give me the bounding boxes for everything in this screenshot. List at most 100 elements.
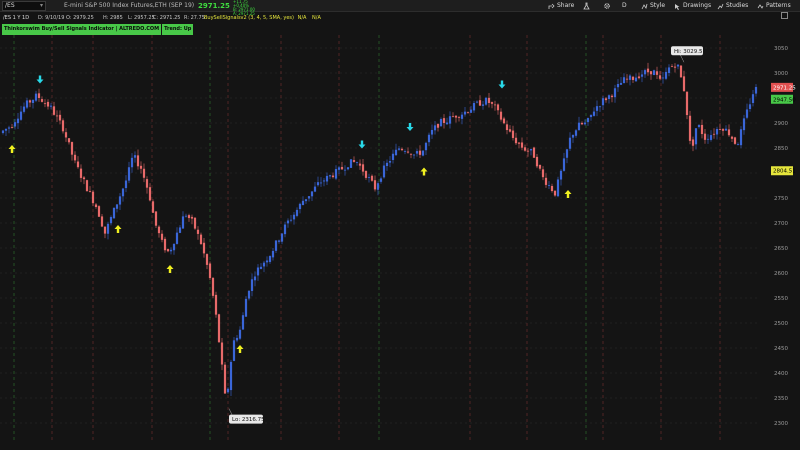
candle-down — [145, 179, 149, 188]
candle-up — [238, 329, 242, 339]
candle-down — [550, 185, 554, 192]
candle-down — [217, 314, 221, 343]
share-label: Share — [557, 2, 575, 9]
candle-down — [364, 171, 368, 178]
high-callout-label: Hi: 3029.5 — [674, 49, 703, 55]
candle-down — [160, 233, 164, 240]
price-tick-label: 2550 — [774, 296, 788, 302]
price-tick-label: 2600 — [774, 271, 788, 277]
candle-up — [412, 154, 416, 156]
candle-down — [37, 93, 41, 98]
candle-down — [28, 100, 32, 103]
candle-down — [700, 124, 704, 135]
candle-down — [703, 133, 707, 140]
study-value-2: N/A — [312, 15, 321, 21]
expand-chart-button[interactable] — [781, 12, 788, 19]
patterns-button[interactable]: Patterns — [757, 0, 791, 12]
candle-down — [604, 98, 608, 101]
candle-up — [334, 169, 338, 179]
style-button[interactable]: Style — [641, 0, 665, 12]
candle-up — [628, 75, 632, 80]
candle-up — [622, 77, 626, 84]
candle-down — [58, 114, 62, 121]
candle-up — [739, 129, 743, 146]
candle-up — [286, 220, 290, 224]
candle-up — [130, 157, 134, 168]
candle-down — [40, 99, 44, 102]
candle-up — [592, 111, 596, 116]
candle-up — [178, 227, 182, 233]
high-value: H: 2985 — [103, 15, 123, 21]
price-tick-label: 2750 — [774, 196, 788, 202]
price-chart[interactable]: 3050300029502900285028002750270026502600… — [0, 35, 800, 450]
candle-down — [214, 294, 218, 315]
candle-up — [112, 207, 116, 219]
low-value: L: 2957.25 — [128, 15, 155, 21]
candle-down — [451, 116, 455, 118]
candle-up — [388, 160, 392, 163]
candle-up — [748, 104, 752, 109]
candle-down — [358, 163, 362, 166]
candle-up — [310, 191, 314, 197]
candle-down — [148, 187, 152, 201]
study-label[interactable]: BuySellSignalsv2 (3, 4, 5, SMA, yes) N/A… — [204, 12, 321, 24]
chevron-down-icon[interactable]: ▾ — [40, 2, 43, 10]
candle-down — [487, 97, 491, 103]
style-icon — [641, 3, 648, 9]
candle-down — [139, 165, 143, 169]
candle-up — [529, 148, 533, 151]
candle-up — [415, 151, 419, 154]
candle-down — [211, 277, 215, 296]
candle-up — [319, 182, 323, 184]
candle-up — [241, 315, 245, 330]
candle-up — [706, 138, 710, 140]
candle-up — [385, 162, 389, 167]
timeframe-button[interactable]: D — [622, 0, 627, 12]
settings-button[interactable] — [603, 0, 611, 12]
candle-up — [571, 134, 575, 138]
candle-up — [172, 243, 176, 251]
candle-down — [373, 180, 377, 190]
price-tick-label: 2450 — [774, 346, 788, 352]
candle-up — [583, 122, 587, 125]
aggregation-label[interactable]: /ES 1 Y 1D — [3, 12, 29, 24]
candle-down — [91, 191, 95, 204]
candle-down — [685, 91, 689, 116]
candle-up — [697, 124, 701, 128]
candle-down — [721, 129, 725, 131]
share-button[interactable]: Share — [548, 0, 574, 12]
candle-up — [640, 74, 644, 77]
sell-signal-arrow-icon — [358, 140, 366, 149]
candle-up — [127, 167, 131, 181]
candle-up — [292, 214, 296, 220]
candle-down — [733, 137, 737, 144]
indicator-label: Thinkorswim Buy/Sell Signals Indicator |… — [0, 24, 194, 35]
candle-down — [580, 122, 584, 125]
candle-up — [4, 128, 8, 131]
buy-signal-arrow-icon — [420, 167, 428, 176]
candle-up — [283, 224, 287, 235]
candle-up — [547, 185, 551, 186]
candle-up — [250, 279, 254, 292]
candle-down — [136, 155, 140, 167]
candle-down — [61, 120, 65, 132]
candle-down — [46, 101, 50, 107]
candle-down — [400, 148, 404, 151]
candle-down — [538, 164, 542, 169]
candle-up — [322, 180, 326, 182]
drawings-button[interactable]: Drawings — [674, 0, 711, 12]
candle-up — [133, 155, 137, 158]
flask-button[interactable] — [583, 0, 590, 12]
studies-button[interactable]: Studies — [717, 0, 748, 12]
sell-signal-arrow-icon — [36, 75, 44, 84]
candle-up — [235, 337, 239, 341]
candle-up — [316, 182, 320, 186]
candle-up — [619, 82, 623, 85]
low-callout-label: Lo: 2316.75 — [232, 417, 265, 423]
candle-up — [427, 134, 431, 143]
buy-signal-arrow-icon — [8, 145, 16, 153]
candle-up — [259, 266, 263, 269]
candle-up — [295, 209, 299, 216]
candle-up — [328, 175, 332, 177]
symbol-input[interactable]: /ES ▾ — [2, 1, 46, 11]
